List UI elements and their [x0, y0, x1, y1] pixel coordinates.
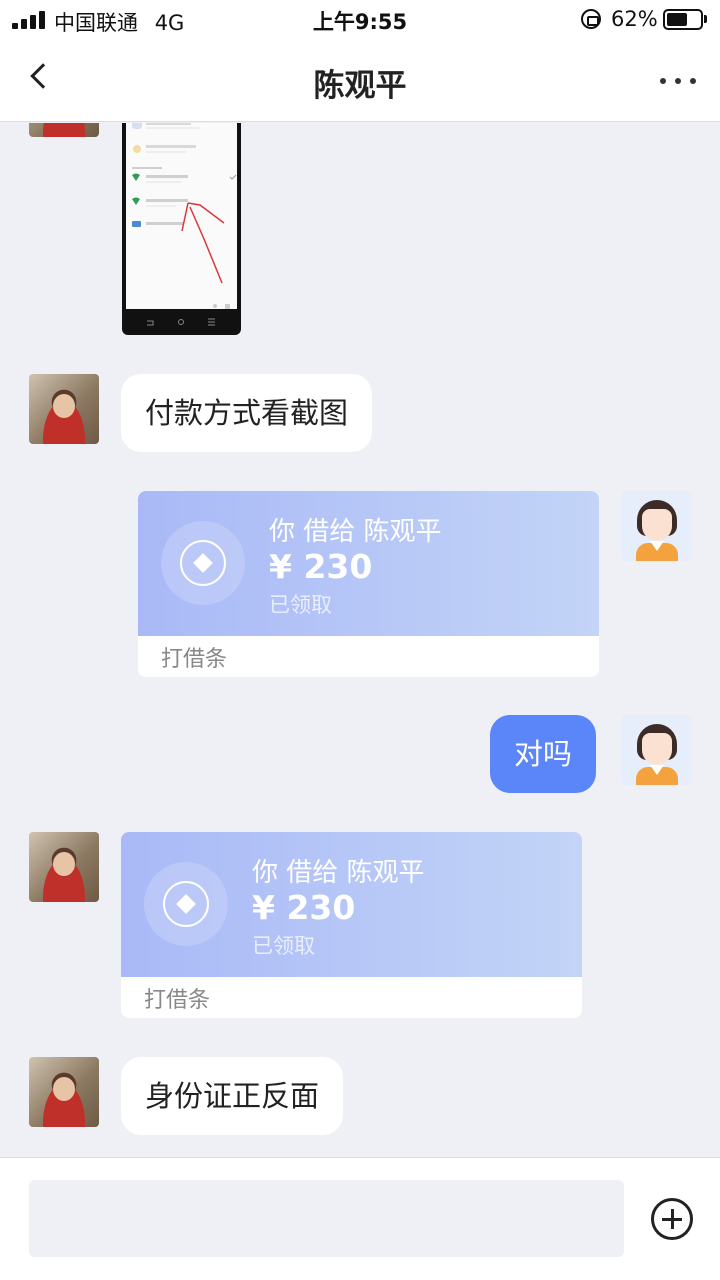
loan-action-label: 打借条 — [144, 988, 211, 1013]
chat-header: 陈观平 — [0, 40, 720, 122]
payment-screenshot-image[interactable] — [122, 123, 241, 335]
incoming-message[interactable]: 身份证正反面 — [121, 1057, 344, 1135]
outgoing-message[interactable]: 对吗 — [490, 715, 597, 793]
loan-amount: ¥ 230 — [269, 547, 373, 586]
loan-coin-icon — [144, 862, 228, 946]
loan-description: 你 借给 陈观平 — [269, 517, 442, 547]
loan-coin-icon — [161, 521, 245, 605]
my-avatar[interactable] — [622, 491, 692, 561]
incoming-message[interactable]: 付款方式看截图 — [121, 374, 373, 452]
contact-avatar[interactable] — [29, 123, 99, 137]
loan-status: 已领取 — [252, 934, 315, 958]
battery-tip — [704, 15, 707, 23]
loan-card-header: 你 借给 陈观平 ¥ 230 已领取 — [121, 832, 582, 977]
status-bar: 中国联通 4G 上午9:55 62% — [0, 0, 720, 40]
battery-percent: 62% — [611, 7, 658, 31]
screenshot-screen — [126, 123, 237, 309]
contact-avatar[interactable] — [29, 374, 99, 444]
my-avatar[interactable] — [622, 715, 692, 785]
loan-description: 你 借给 陈观平 — [252, 858, 425, 888]
battery-icon — [663, 9, 703, 30]
loan-amount: ¥ 230 — [252, 888, 356, 927]
loan-status: 已领取 — [269, 593, 332, 617]
rotation-lock-icon — [581, 9, 601, 29]
screenshot-content-icon — [132, 123, 237, 309]
loan-card[interactable]: 你 借给 陈观平 ¥ 230 已领取 打借条 — [121, 832, 582, 1018]
contact-avatar[interactable] — [29, 832, 99, 902]
message-input[interactable] — [29, 1180, 624, 1257]
contact-avatar[interactable] — [29, 1057, 99, 1127]
loan-action-label: 打借条 — [161, 647, 228, 672]
chat-messages[interactable]: 付款方式看截图 你 借给 陈观平 ¥ 230 已领取 打借条 对吗 你 借给 陈… — [0, 123, 720, 1157]
loan-card-header: 你 借给 陈观平 ¥ 230 已领取 — [138, 491, 599, 636]
battery-level-fill — [667, 13, 687, 26]
input-bar — [0, 1157, 720, 1280]
phone-nav-keys-icon — [147, 318, 215, 326]
loan-card[interactable]: 你 借给 陈观平 ¥ 230 已领取 打借条 — [138, 491, 599, 677]
chat-title: 陈观平 — [313, 68, 407, 104]
more-dots-icon[interactable] — [658, 78, 698, 86]
plus-circle-icon[interactable] — [651, 1198, 693, 1240]
